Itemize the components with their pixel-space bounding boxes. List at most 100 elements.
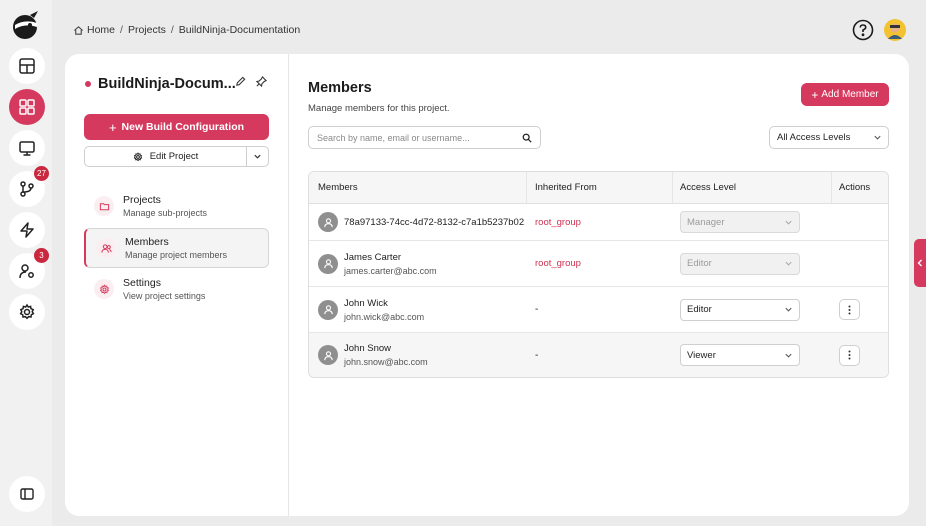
edit-project-split-button: Edit Project	[84, 146, 269, 167]
breadcrumb: Home / Projects / BuildNinja-Documentati…	[73, 24, 300, 36]
add-member-button[interactable]: + Add Member	[801, 83, 889, 106]
rail-settings-button[interactable]	[9, 294, 45, 330]
table-row: John Snow john.snow@abc.com - Viewer	[309, 333, 888, 377]
member-name: John Snow	[344, 343, 392, 354]
sidebar-item-label: Members	[125, 236, 169, 248]
rail-projects-button[interactable]	[9, 89, 45, 125]
rail-builds-button[interactable]: 27	[9, 166, 49, 207]
row-actions-button[interactable]	[839, 299, 860, 320]
chevron-down-icon	[785, 353, 792, 358]
breadcrumb-home[interactable]: Home	[87, 24, 115, 36]
row-actions-button[interactable]	[839, 344, 860, 366]
rail-pipelines-button[interactable]	[9, 212, 45, 248]
left-rail: 27 3	[0, 0, 52, 526]
breadcrumb-projects[interactable]: Projects	[128, 24, 166, 36]
project-sidebar: BuildNinja-Docum... + New Build Configur…	[65, 54, 289, 516]
avatar[interactable]	[884, 19, 906, 41]
chevron-down-icon	[254, 154, 261, 159]
access-level-value: Editor	[687, 258, 712, 269]
access-level-select: Manager	[680, 211, 800, 233]
inherited-from-link[interactable]: root_group	[535, 258, 581, 269]
column-header-inherited: Inherited From	[527, 172, 673, 203]
pencil-icon[interactable]	[235, 76, 246, 87]
page-title: Members	[308, 80, 372, 96]
gear-icon	[133, 151, 142, 161]
breadcrumb-separator: /	[120, 24, 123, 36]
top-actions	[852, 19, 906, 41]
member-cell: 78a97133-74cc-4d72-8132-c7a1b5237b02	[309, 204, 527, 240]
sidebar-toggle-icon	[20, 488, 34, 500]
search-icon[interactable]	[522, 133, 532, 143]
help-icon[interactable]	[852, 19, 874, 41]
edit-project-label: Edit Project	[149, 151, 199, 162]
sidebar-item-projects[interactable]: Projects Manage sub-projects	[84, 186, 269, 226]
inherited-from-link[interactable]: root_group	[535, 217, 581, 228]
member-name: 78a97133-74cc-4d72-8132-c7a1b5237b02	[344, 216, 525, 228]
user-avatar-icon	[318, 345, 338, 365]
home-icon[interactable]	[73, 25, 84, 36]
table-row: 78a97133-74cc-4d72-8132-c7a1b5237b02 roo…	[309, 204, 888, 241]
user-avatar-icon	[318, 212, 338, 232]
column-header-access: Access Level	[673, 172, 832, 203]
access-level-select: Editor	[680, 252, 800, 275]
sidebar-item-members[interactable]: Members Manage project members	[84, 228, 269, 268]
chevron-down-icon	[785, 220, 792, 225]
sidebar-item-subtitle: Manage sub-projects	[123, 208, 208, 218]
chevron-down-icon	[785, 307, 792, 312]
table-layout-icon	[19, 58, 35, 74]
column-header-actions: Actions	[839, 182, 871, 193]
table-header: Members Inherited From Access Level Acti…	[309, 172, 888, 204]
member-name: James Carter	[344, 251, 402, 263]
branch-icon	[20, 181, 34, 197]
edit-project-button[interactable]: Edit Project	[85, 147, 247, 166]
rail-agents-button[interactable]	[9, 130, 45, 166]
plus-icon: +	[811, 87, 819, 102]
project-title-actions	[235, 76, 267, 87]
column-header-members: Members	[309, 172, 527, 203]
chevron-down-icon	[874, 135, 881, 140]
rail-users-button[interactable]: 3	[9, 248, 49, 289]
folder-icon	[94, 196, 114, 216]
main-panel: BuildNinja-Docum... + New Build Configur…	[65, 54, 909, 516]
edit-project-dropdown-toggle[interactable]	[247, 147, 268, 166]
member-cell: John Wick john.wick@abc.com	[309, 287, 527, 332]
project-title-text: BuildNinja-Docum...	[98, 76, 236, 92]
access-level-filter-value: All Access Levels	[777, 132, 851, 143]
rail-dashboard-button[interactable]	[9, 48, 45, 84]
search-field	[308, 126, 541, 149]
new-build-configuration-button[interactable]: + New Build Configuration	[84, 114, 269, 140]
ninja-logo-icon[interactable]	[10, 9, 42, 41]
inherited-from-value: -	[535, 304, 539, 315]
search-input[interactable]	[317, 132, 507, 143]
access-level-select[interactable]: Viewer	[680, 344, 800, 366]
access-level-value: Manager	[687, 216, 725, 228]
member-email: john.snow@abc.com	[344, 357, 428, 367]
breadcrumb-current: BuildNinja-Documentation	[178, 24, 301, 36]
member-name: John Wick	[344, 297, 388, 309]
more-vertical-icon	[848, 350, 851, 360]
inherited-from-value: -	[535, 349, 539, 361]
access-level-select[interactable]: Editor	[680, 298, 800, 321]
gear-icon	[94, 279, 114, 299]
add-member-label: Add Member	[821, 89, 879, 100]
collapse-sidebar-button[interactable]	[9, 476, 45, 512]
user-avatar-icon	[318, 299, 338, 320]
pin-icon[interactable]	[256, 76, 267, 87]
sidebar-item-subtitle: Manage project members	[125, 250, 228, 260]
access-level-value: Editor	[687, 304, 712, 315]
sidebar-item-label: Settings	[123, 277, 161, 289]
members-table: Members Inherited From Access Level Acti…	[308, 171, 889, 378]
side-drawer-toggle[interactable]	[914, 239, 926, 287]
sidebar-item-settings[interactable]: Settings View project settings	[84, 269, 269, 309]
user-settings-icon	[19, 264, 34, 279]
table-row: James Carter james.carter@abc.com root_gr…	[309, 241, 888, 287]
grid-icon	[19, 99, 35, 115]
new-build-label: New Build Configuration	[121, 121, 245, 133]
access-level-filter[interactable]: All Access Levels	[769, 126, 889, 149]
member-cell: James Carter james.carter@abc.com	[309, 241, 527, 286]
monitor-icon	[19, 141, 35, 156]
members-content: Members Manage members for this project.…	[308, 54, 909, 516]
access-level-value: Viewer	[687, 349, 716, 361]
member-email: john.wick@abc.com	[344, 311, 425, 322]
lightning-icon	[20, 222, 34, 238]
